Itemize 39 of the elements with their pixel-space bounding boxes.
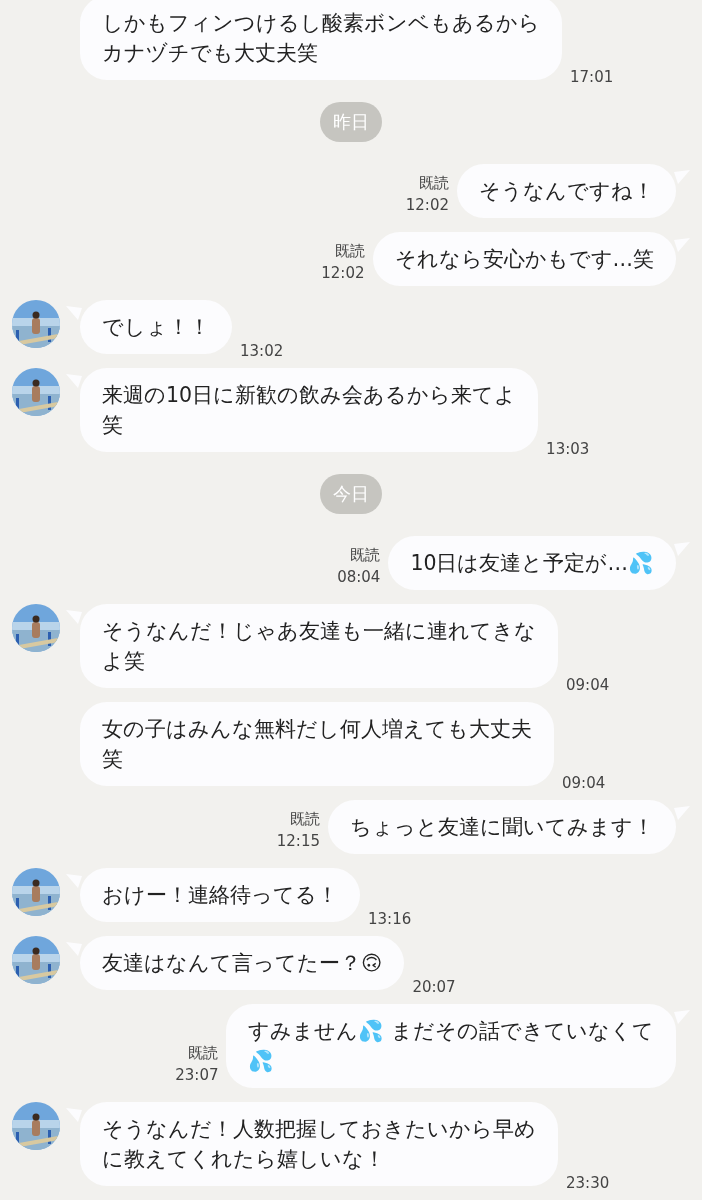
message-text: 友達はなんて言ってたー？🙃 (102, 950, 383, 977)
read-receipt: 既読 (419, 173, 449, 194)
message-time: 17:01 (570, 67, 614, 88)
message-time: 09:04 (566, 675, 610, 696)
read-receipt: 既読 (334, 241, 365, 262)
message-time: 13:03 (546, 439, 590, 460)
message-text: すみません💦 まだその話できていなくて (248, 1018, 654, 1045)
message-time: 12:02 (321, 263, 365, 284)
message-text: でしょ！！ (102, 314, 210, 341)
message-text: 10日は友達と予定が…💦 (410, 550, 654, 577)
message-text: それなら安心かもです…笑 (394, 246, 654, 273)
message-time: 12:15 (276, 831, 320, 852)
message-time: 20:07 (412, 977, 456, 998)
date-separator: 昨日 (320, 102, 382, 142)
read-receipt: 既読 (350, 545, 381, 566)
message-text: 笑 (102, 412, 123, 439)
message-text: 女の子はみんな無料だし何人増えても大丈夫 (102, 716, 532, 743)
message-time: 12:02 (405, 195, 449, 216)
read-receipt: 既読 (290, 809, 320, 830)
message-text: そうなんだ！じゃあ友達も一緒に連れてきな (102, 618, 536, 645)
message-text: 笑 (102, 746, 123, 773)
message-time: 13:02 (240, 341, 284, 362)
message-text: そうなんだ！人数把握しておきたいから早め (102, 1116, 536, 1143)
message-text: 来週の10日に新歓の飲み会あるから来てよ (102, 382, 517, 409)
message-time: 09:04 (562, 773, 606, 794)
message-text: 💦 (248, 1048, 275, 1075)
message-text: に教えてくれたら嬉しいな！ (102, 1146, 385, 1173)
message-time: 23:30 (566, 1173, 610, 1194)
message-time: 13:16 (368, 909, 412, 930)
message-text: カナヅチでも大丈夫笑 (102, 40, 318, 67)
message-text: しかもフィンつけるし酸素ボンベもあるから (102, 10, 540, 37)
message-text: ちょっと友達に聞いてみます！ (350, 814, 654, 841)
message-text: よ笑 (102, 648, 145, 675)
message-time: 23:07 (175, 1065, 219, 1086)
message-text: おけー！連絡待ってる！ (102, 882, 338, 909)
message-text: そうなんですね！ (479, 178, 654, 205)
message-time: 08:04 (337, 567, 381, 588)
date-separator: 今日 (320, 474, 382, 514)
read-receipt: 既読 (188, 1043, 219, 1064)
